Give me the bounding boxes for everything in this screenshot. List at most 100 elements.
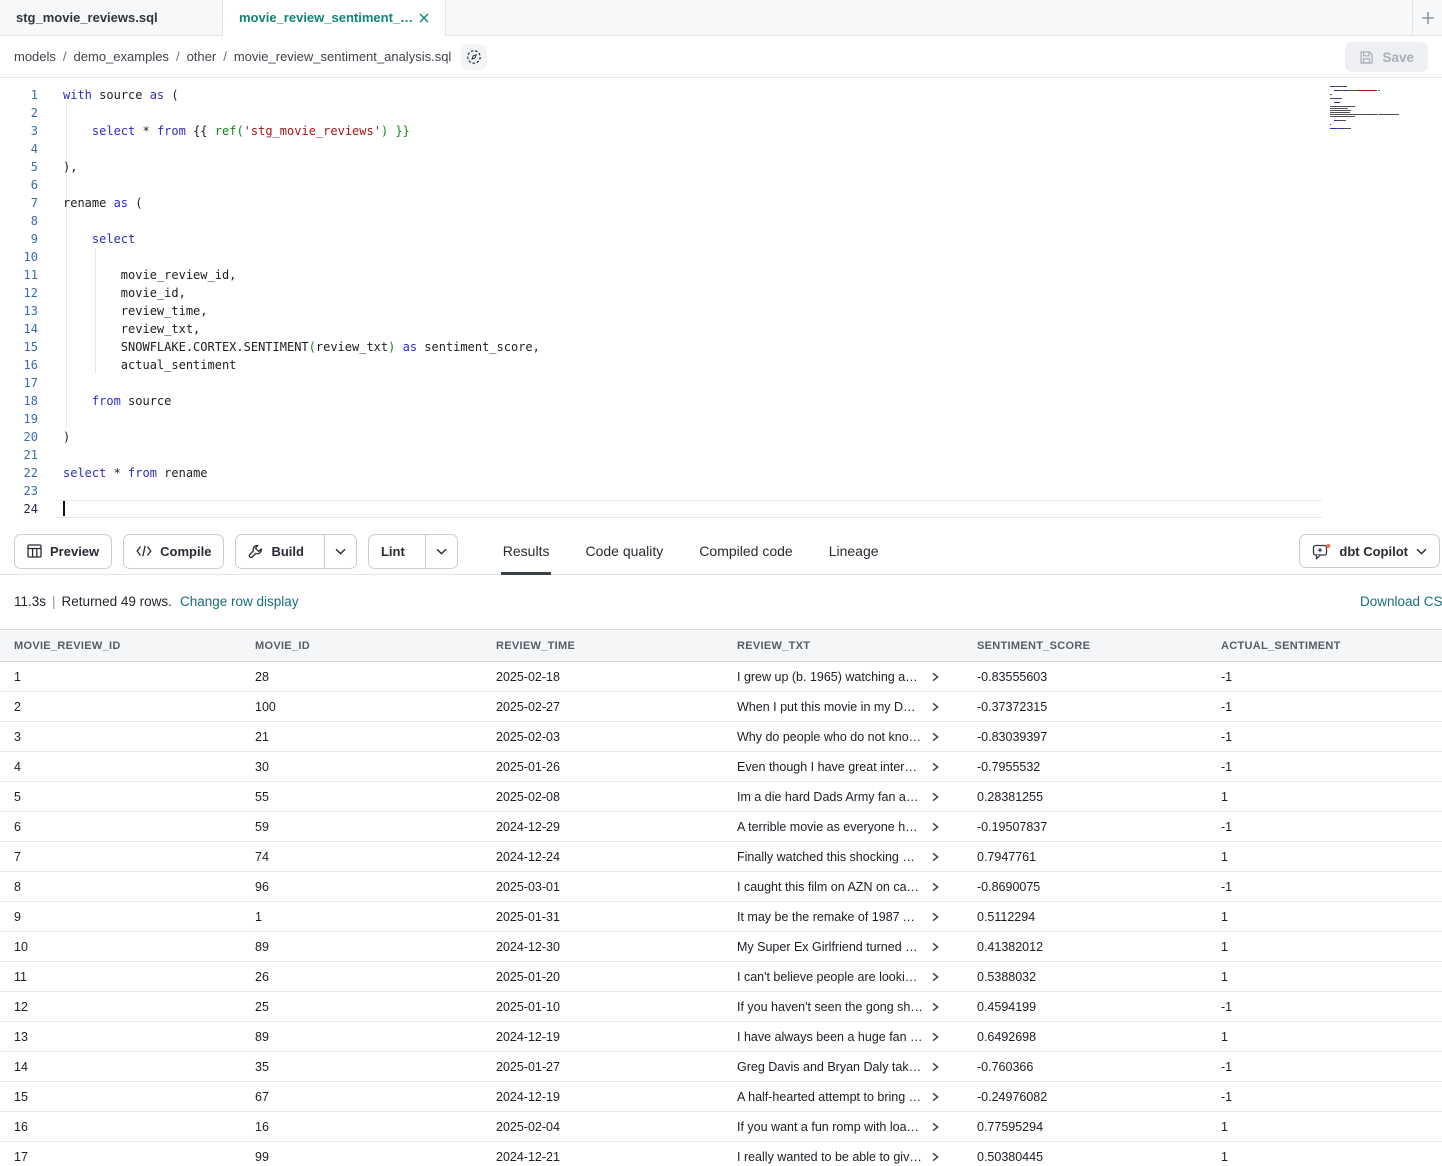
table-row: 912025-01-31It may be the remake of 1987… <box>0 902 1442 932</box>
tab-code-quality[interactable]: Code quality <box>585 528 663 575</box>
code-line[interactable] <box>63 374 540 392</box>
expand-review-icon[interactable] <box>930 1032 940 1042</box>
explore-button[interactable] <box>461 44 487 70</box>
review-txt-cell: My Super Ex Girlfriend turned out to b… <box>723 940 963 954</box>
lint-options-caret[interactable] <box>425 535 457 568</box>
code-line[interactable] <box>63 176 540 194</box>
review-txt-cell: It may be the remake of 1987 Autumn'… <box>723 910 963 924</box>
expand-review-icon[interactable] <box>930 942 940 952</box>
expand-review-icon[interactable] <box>930 1002 940 1012</box>
cell: 89 <box>241 940 482 954</box>
expand-review-icon[interactable] <box>930 912 940 922</box>
code-line[interactable]: ) <box>63 428 540 446</box>
editor-code-lines[interactable]: with source as ( select * from {{ ref('s… <box>63 86 540 518</box>
code-line[interactable]: movie_review_id, <box>63 266 540 284</box>
tab-lineage[interactable]: Lineage <box>829 528 879 575</box>
editor-minimap[interactable] <box>1330 86 1404 134</box>
code-line[interactable] <box>63 482 540 500</box>
line-number: 10 <box>0 248 38 266</box>
code-line[interactable]: select <box>63 230 540 248</box>
change-row-display-link[interactable]: Change row display <box>180 594 299 609</box>
expand-review-icon[interactable] <box>930 1152 940 1162</box>
code-line[interactable]: review_time, <box>63 302 540 320</box>
code-line[interactable]: SNOWFLAKE.CORTEX.SENTIMENT(review_txt) a… <box>63 338 540 356</box>
tab-movie-review-sentiment[interactable]: movie_review_sentiment_… <box>223 0 446 35</box>
line-number: 22 <box>0 464 38 482</box>
tab-compiled-code[interactable]: Compiled code <box>699 528 792 575</box>
expand-review-icon[interactable] <box>930 852 940 862</box>
code-line[interactable]: rename as ( <box>63 194 540 212</box>
review-text: My Super Ex Girlfriend turned out to b… <box>737 940 923 954</box>
code-line[interactable] <box>63 212 540 230</box>
code-editor[interactable]: 123456789101112131415161718192021222324 … <box>0 78 1442 528</box>
code-line[interactable] <box>63 446 540 464</box>
column-header: REVIEW_TXT <box>723 640 963 652</box>
code-line[interactable] <box>63 104 540 122</box>
column-header: MOVIE_ID <box>241 640 482 652</box>
query-timing: 11.3s <box>14 594 46 609</box>
table-row: 1282025-02-18I grew up (b. 1965) watchin… <box>0 662 1442 692</box>
review-txt-cell: I caught this film on AZN on cable. It s… <box>723 880 963 894</box>
expand-review-icon[interactable] <box>930 732 940 742</box>
code-line[interactable] <box>63 248 540 266</box>
download-csv-link[interactable]: Download CSV <box>1360 594 1442 609</box>
line-number: 3 <box>0 122 38 140</box>
new-tab-button[interactable] <box>1412 0 1442 35</box>
cell: 0.6492698 <box>963 1030 1207 1044</box>
table-row: 15672024-12-19A half-hearted attempt to … <box>0 1082 1442 1112</box>
copilot-chat-icon <box>1312 543 1331 560</box>
cell: 1 <box>1207 940 1442 954</box>
code-line[interactable]: from source <box>63 392 540 410</box>
expand-review-icon[interactable] <box>930 1122 940 1132</box>
code-line[interactable]: ), <box>63 158 540 176</box>
expand-review-icon[interactable] <box>930 792 940 802</box>
code-line[interactable]: review_txt, <box>63 320 540 338</box>
expand-review-icon[interactable] <box>930 1062 940 1072</box>
expand-review-icon[interactable] <box>930 1092 940 1102</box>
cell: 26 <box>241 970 482 984</box>
compile-button[interactable]: Compile <box>123 534 224 569</box>
cell: -0.19507837 <box>963 820 1207 834</box>
tab-stg-movie-reviews[interactable]: stg_movie_reviews.sql <box>0 0 223 35</box>
chevron-down-icon <box>1416 548 1427 555</box>
review-txt-cell: A half-hearted attempt to bring Elvis P… <box>723 1090 963 1104</box>
line-number: 4 <box>0 140 38 158</box>
line-number: 21 <box>0 446 38 464</box>
save-button[interactable]: Save <box>1345 42 1428 72</box>
expand-review-icon[interactable] <box>930 972 940 982</box>
dbt-copilot-button[interactable]: dbt Copilot <box>1299 534 1440 568</box>
code-line[interactable]: actual_sentiment <box>63 356 540 374</box>
code-line[interactable]: select * from {{ ref('stg_movie_reviews'… <box>63 122 540 140</box>
table-row: 10892024-12-30My Super Ex Girlfriend tur… <box>0 932 1442 962</box>
expand-review-icon[interactable] <box>930 672 940 682</box>
code-line[interactable] <box>63 500 540 518</box>
build-options-caret[interactable] <box>324 535 356 568</box>
code-line[interactable] <box>63 140 540 158</box>
tab-results[interactable]: Results <box>503 528 550 575</box>
review-text: Finally watched this shocking movie la… <box>737 850 923 864</box>
expand-review-icon[interactable] <box>930 702 940 712</box>
cell: -1 <box>1207 730 1442 744</box>
code-line[interactable]: select * from rename <box>63 464 540 482</box>
code-line[interactable]: with source as ( <box>63 86 540 104</box>
review-text: A terrible movie as everyone has said. … <box>737 820 923 834</box>
expand-review-icon[interactable] <box>930 762 940 772</box>
expand-review-icon[interactable] <box>930 882 940 892</box>
build-button-group: Build <box>235 534 357 569</box>
build-button[interactable]: Build <box>236 535 316 568</box>
preview-button[interactable]: Preview <box>14 534 112 569</box>
preview-label: Preview <box>50 544 99 559</box>
close-icon[interactable] <box>419 13 429 23</box>
expand-review-icon[interactable] <box>930 822 940 832</box>
cell: 0.7947761 <box>963 850 1207 864</box>
code-line[interactable] <box>63 410 540 428</box>
cell: 0.5388032 <box>963 970 1207 984</box>
review-text: I have always been a huge fan of "Hom… <box>737 1030 923 1044</box>
code-line[interactable]: movie_id, <box>63 284 540 302</box>
cell: -1 <box>1207 1090 1442 1104</box>
review-text: When I put this movie in my DVD playe… <box>737 700 923 714</box>
tab-label: movie_review_sentiment_… <box>239 10 413 25</box>
cell: 2025-02-18 <box>482 670 723 684</box>
lint-button[interactable]: Lint <box>369 535 417 568</box>
table-row: 21002025-02-27When I put this movie in m… <box>0 692 1442 722</box>
